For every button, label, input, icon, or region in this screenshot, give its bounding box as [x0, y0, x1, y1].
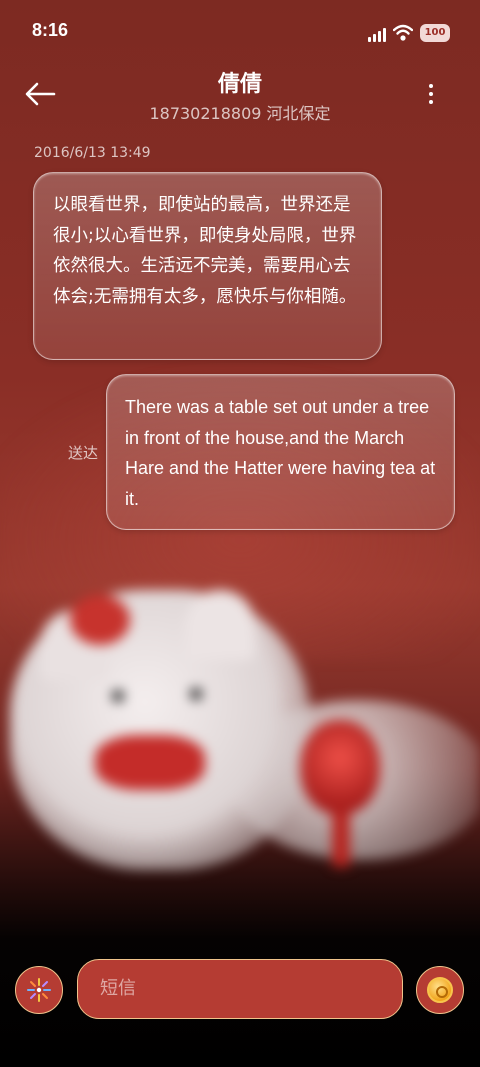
status-time: 8:16: [32, 20, 69, 40]
delivery-status: 送达: [68, 444, 99, 462]
sparkle-icon: [26, 977, 51, 1002]
attach-button[interactable]: [15, 966, 63, 1014]
coin-icon: [427, 977, 453, 1003]
battery-indicator: 100: [420, 24, 450, 42]
signal-icon: [368, 28, 388, 42]
outgoing-message-bubble[interactable]: There was a table set out under a tree i…: [106, 374, 455, 530]
message-timestamp: 2016/6/13 13:49: [34, 145, 151, 161]
wifi-icon: [393, 24, 413, 41]
message-input[interactable]: 短信: [77, 959, 403, 1019]
send-button[interactable]: [416, 966, 464, 1014]
contact-name: 倩倩: [217, 72, 262, 97]
incoming-message-bubble[interactable]: 以眼看世界，即使站的最高，世界还是很小;以心看世界，即使身处局限，世界依然很大。…: [33, 172, 382, 360]
contact-detail: 18730218809 河北保定: [149, 104, 331, 123]
more-vertical-icon[interactable]: [420, 80, 442, 108]
status-bar: 8:16 100: [0, 0, 480, 68]
